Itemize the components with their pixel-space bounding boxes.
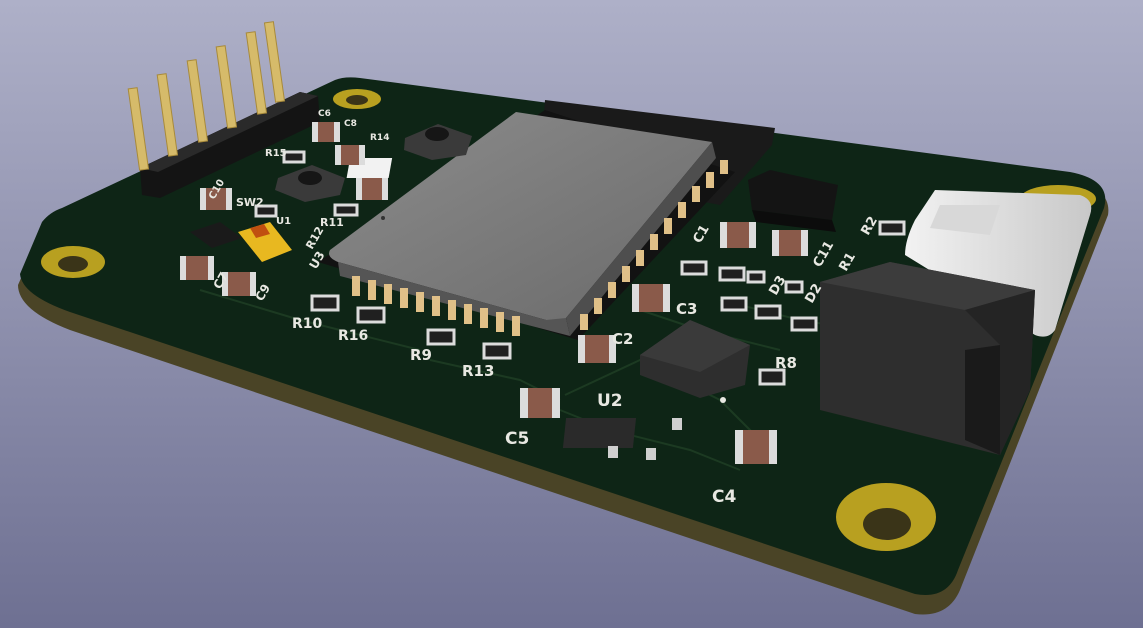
label-c5: C5 [505,429,529,449]
label-r13: R13 [462,362,494,380]
mounting-hole-top [333,89,381,109]
label-r14: R14 [370,133,389,143]
label-c4: C4 [712,487,736,507]
label-c8: C8 [344,119,357,129]
label-c6: C6 [318,109,331,119]
mounting-hole-bottom-right [836,483,936,551]
label-u2: U2 [597,391,623,411]
label-c2: C2 [612,330,633,348]
pcb-3d-render: C5 C4 U2 C2 C3 R8 R10 R16 R9 R13 C1 C11 … [0,0,1143,628]
label-r16: R16 [338,328,368,344]
label-u1: U1 [276,216,291,227]
label-r15: R15 [265,148,287,159]
label-c3: C3 [676,300,697,318]
mounting-hole-left [41,246,105,278]
label-r10: R10 [292,316,323,332]
label-sw2: SW2 [236,196,264,209]
label-r11: R11 [320,216,344,229]
pcb-scene: C5 C4 U2 C2 C3 R8 R10 R16 R9 R13 C1 C11 … [0,0,1143,628]
label-r8: R8 [775,354,797,372]
label-r9: R9 [410,346,432,364]
